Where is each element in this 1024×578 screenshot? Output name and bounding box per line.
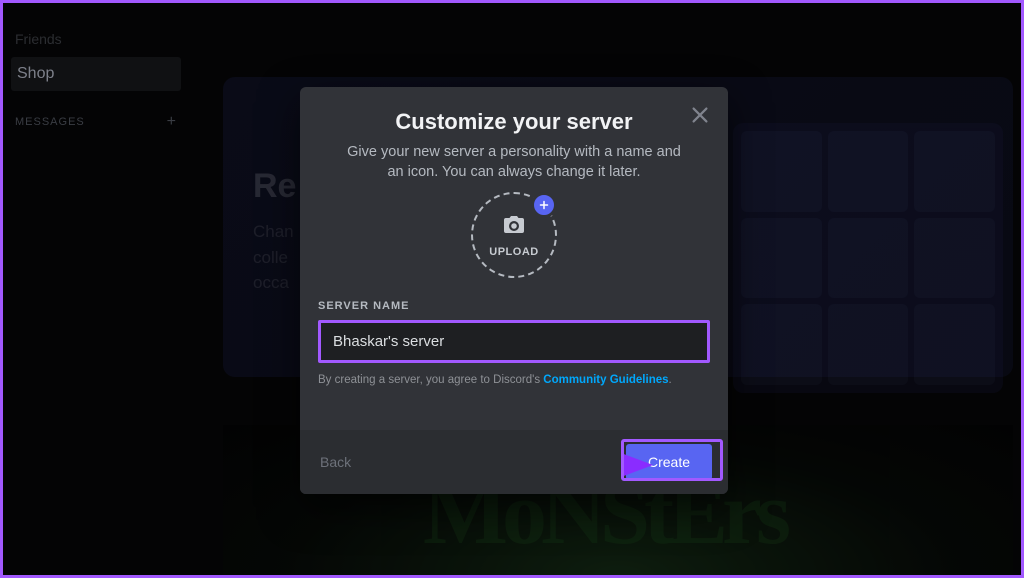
guidelines-disclaimer: By creating a server, you agree to Disco… — [318, 373, 710, 388]
sidebar-messages-label: MESSAGES — [15, 116, 85, 128]
close-icon[interactable] — [686, 101, 714, 129]
modal-subtitle: Give your new server a personality with … — [318, 143, 710, 182]
create-button[interactable]: Create — [626, 444, 712, 480]
disclaimer-prefix: By creating a server, you agree to Disco… — [318, 374, 543, 386]
add-dm-icon[interactable]: + — [167, 113, 177, 131]
plus-badge-icon — [531, 192, 557, 218]
app-frame: Friends Shop MESSAGES + Re Chancolleocca… — [0, 0, 1024, 578]
sidebar-item-shop[interactable]: Shop — [11, 57, 181, 91]
back-button[interactable]: Back — [316, 448, 355, 476]
modal-footer: Back Create — [300, 430, 728, 494]
modal-title: Customize your server — [318, 109, 710, 135]
community-guidelines-link[interactable]: Community Guidelines — [543, 374, 668, 386]
upload-label: UPLOAD — [489, 246, 538, 258]
promo-grid — [733, 123, 1003, 393]
sidebar-messages-header: MESSAGES + — [11, 113, 181, 131]
dm-sidebar: Friends Shop MESSAGES + — [11, 23, 181, 131]
promo-sub-fragment: Chancolleocca — [253, 219, 294, 296]
server-name-label: SERVER NAME — [318, 300, 710, 312]
promo-title-fragment: Re — [253, 167, 296, 206]
customize-server-modal: Customize your server Give your new serv… — [300, 87, 728, 494]
sidebar-item-friends[interactable]: Friends — [11, 23, 181, 55]
camera-icon — [502, 213, 526, 242]
upload-icon-button[interactable]: UPLOAD — [471, 192, 557, 278]
server-name-highlight — [318, 320, 710, 363]
disclaimer-suffix: . — [669, 374, 672, 386]
server-name-input[interactable] — [321, 323, 707, 360]
